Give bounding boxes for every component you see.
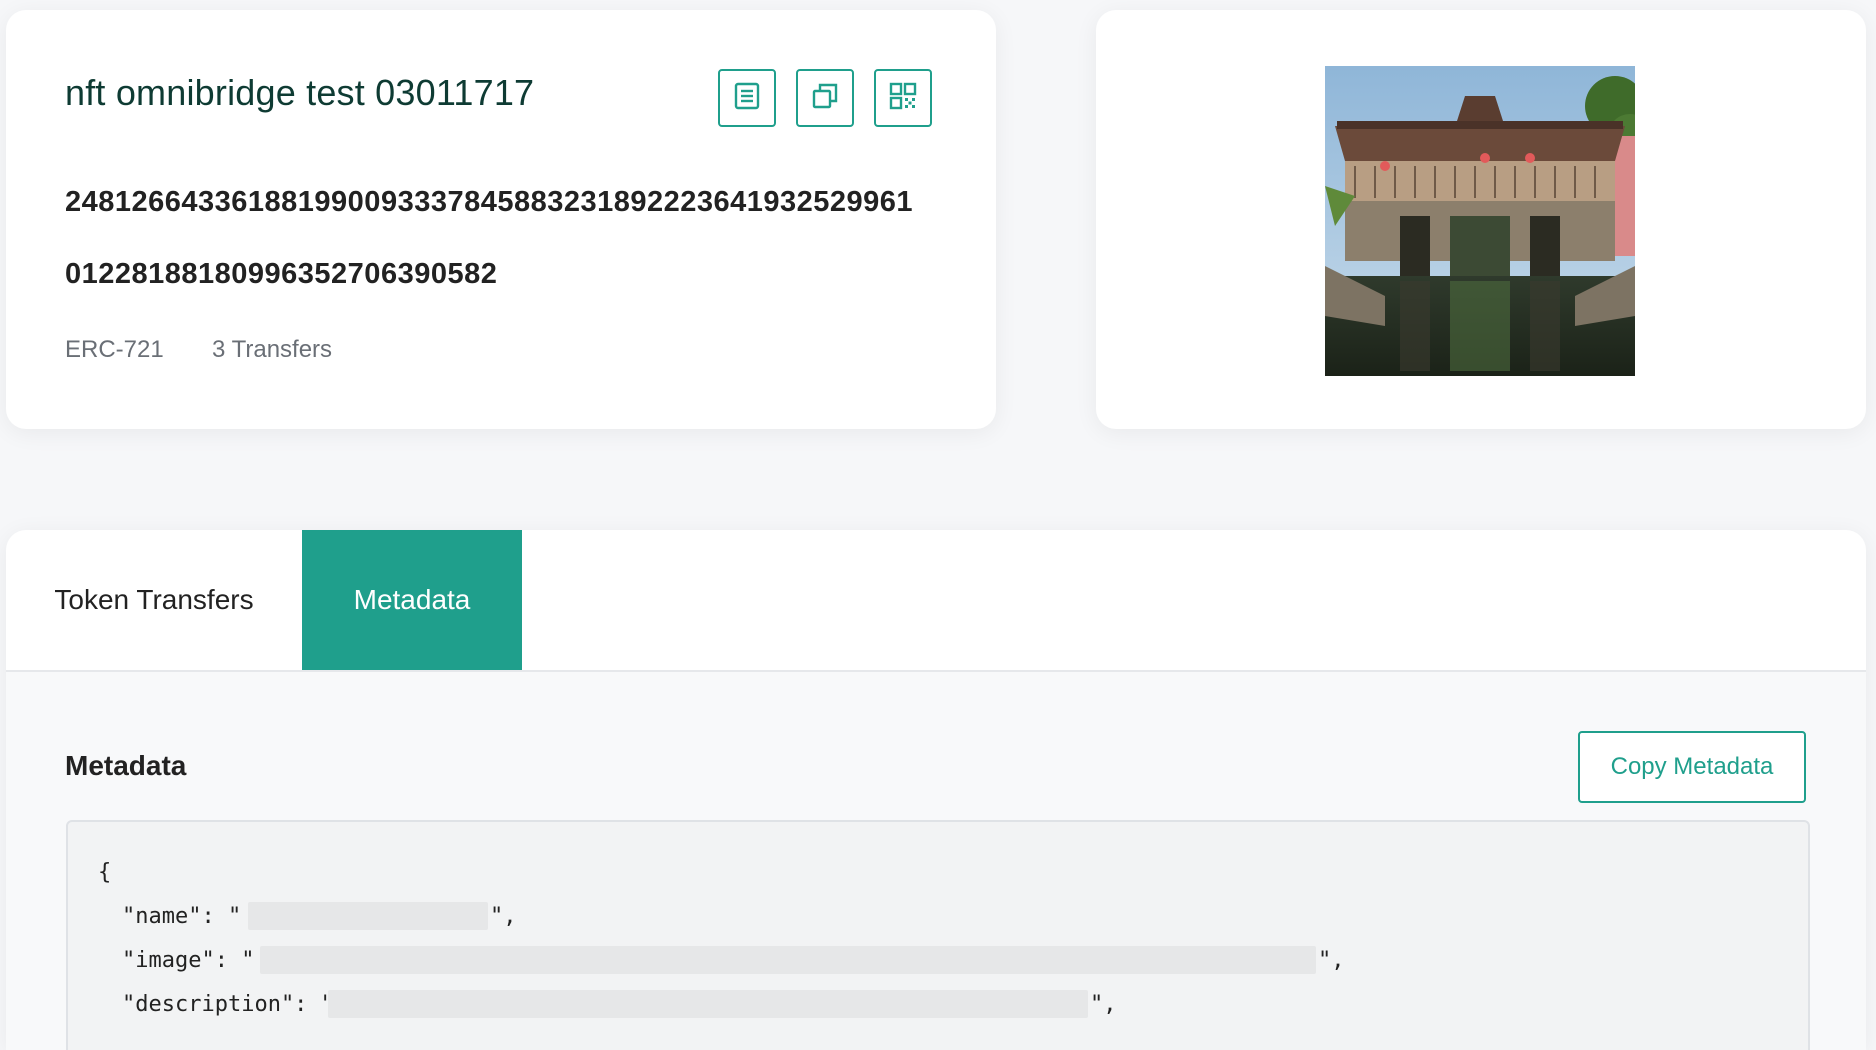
token-title: nft omnibridge test 03011717 [65,72,535,113]
redacted-name-value [248,902,488,930]
token-standard: ERC-721 [65,336,164,363]
code-image-key: "image": " [122,948,255,973]
code-description-suffix: ", [1090,992,1117,1017]
tab-metadata[interactable]: Metadata [302,530,522,670]
tab-token-transfers[interactable]: Token Transfers [6,530,302,670]
token-id-line-2: 0122818818099635270639058​2 [65,258,498,290]
code-name-suffix: ", [490,904,517,929]
copy-button[interactable] [796,69,854,127]
redacted-description-value [328,990,1088,1018]
copy-metadata-button[interactable]: Copy Metadata [1578,731,1806,803]
transfers-count: 3 Transfers [212,336,333,363]
tabs-card: Token Transfers Metadata Metadata Copy M… [6,530,1866,1050]
details-button[interactable] [718,69,776,127]
token-image-card [1096,10,1866,429]
qr-code-button[interactable] [874,69,932,127]
nft-image [1325,66,1635,376]
metadata-section-title: Metadata [65,750,187,781]
qr-code-icon [888,81,918,116]
code-description-key: "description": " [122,992,334,1017]
copy-icon [810,81,840,116]
code-name-key: "name": " [122,904,242,929]
token-id-line-1: 2481266433618819900933378458832318922236… [65,186,914,218]
redacted-image-value [260,946,1316,974]
token-info-card: nft omnibridge test 03011717 24812664336… [6,10,996,429]
list-details-icon [732,81,762,116]
metadata-code-block[interactable]: { "name": " ", "image": " ", "descriptio… [66,820,1810,1050]
code-image-suffix: ", [1318,948,1345,973]
code-open-brace: { [98,860,112,885]
